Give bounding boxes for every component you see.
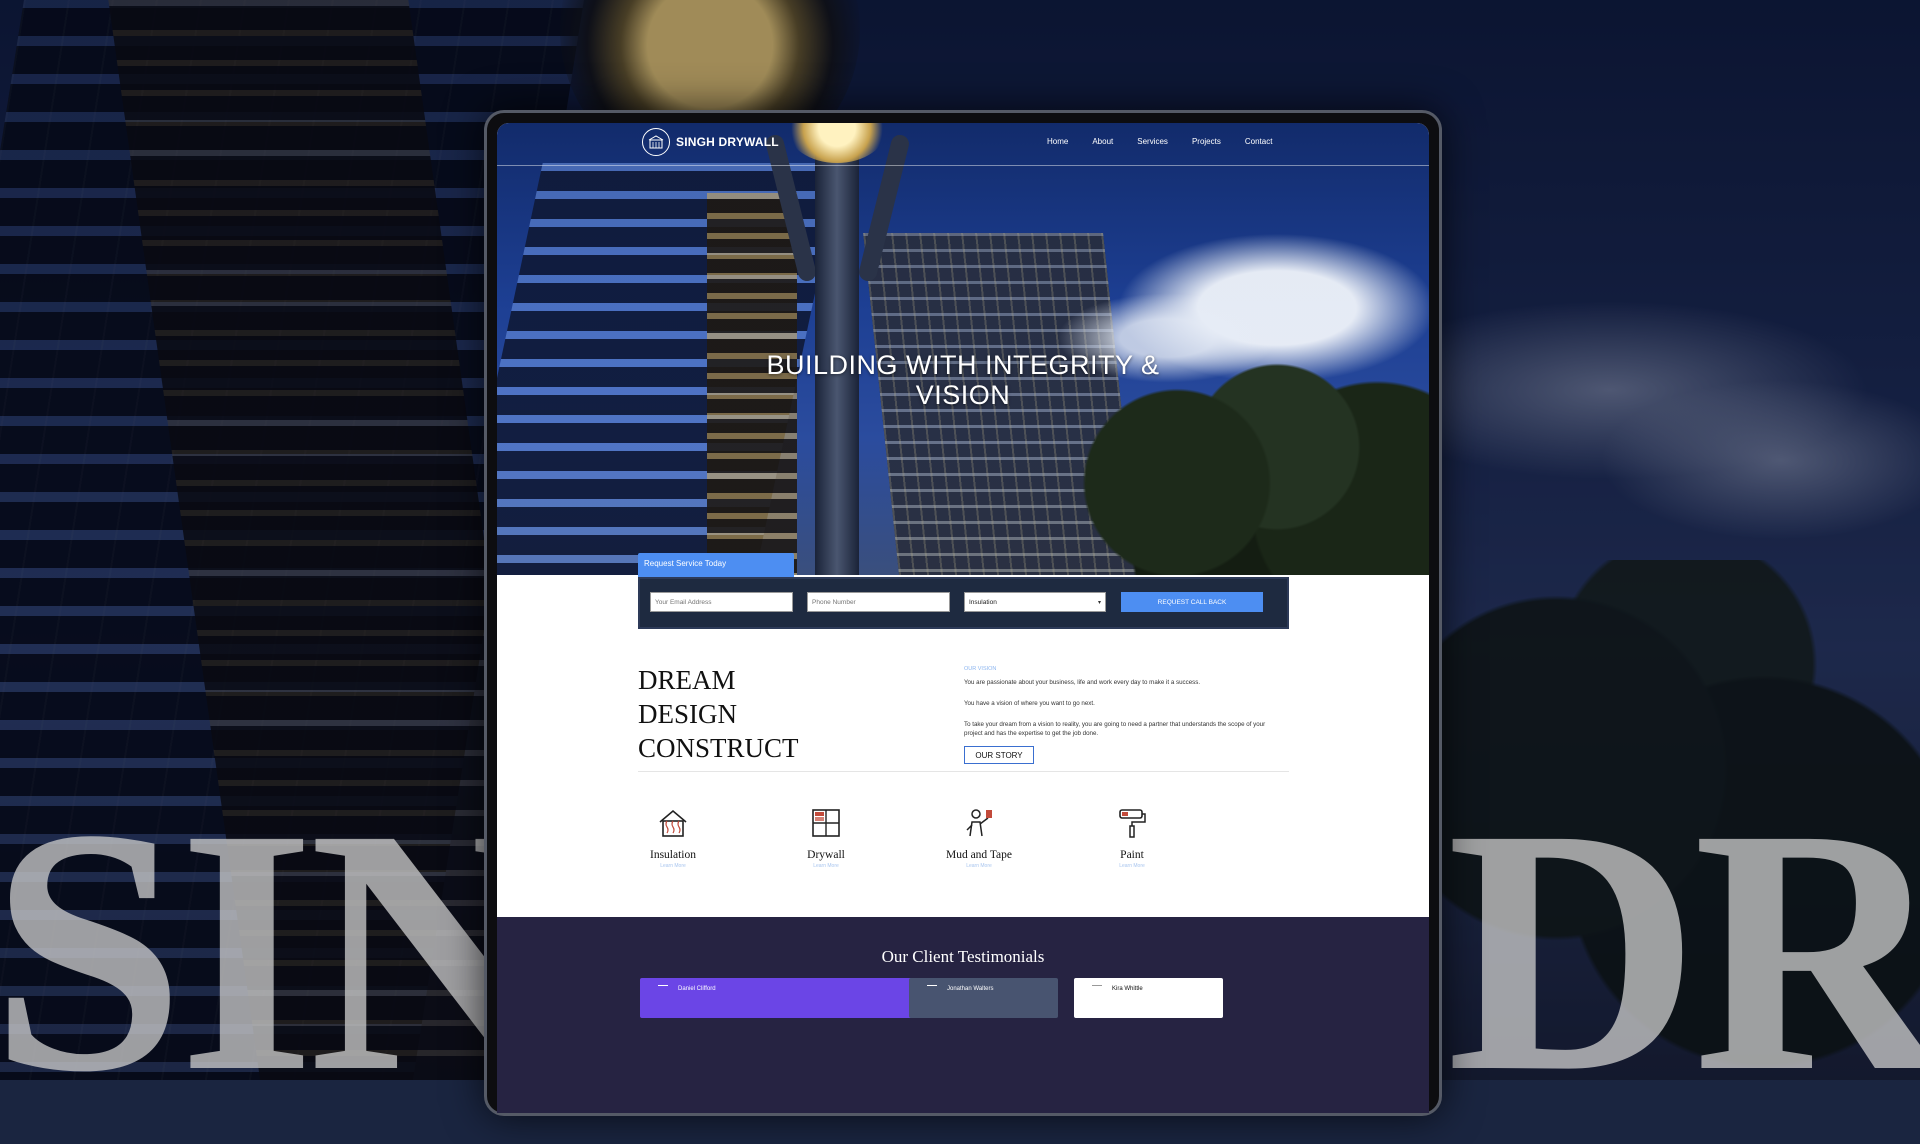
intro-paragraph: To take your dream from a vision to real… [964, 721, 1266, 737]
service-name: Paint [1120, 849, 1144, 861]
headline-line: DREAM [638, 665, 736, 695]
testimonial-author: Daniel Clifford [678, 986, 716, 992]
testimonials-section: Our Client Testimonials Daniel Clifford … [497, 917, 1429, 1113]
service-name: Mud and Tape [945, 849, 1013, 861]
learn-more-link[interactable]: Learn More [776, 863, 876, 869]
email-input[interactable] [650, 592, 793, 612]
service-name: Drywall [807, 849, 845, 861]
testimonials-title: Our Client Testimonials [881, 947, 1045, 966]
card-avatar-line [658, 985, 668, 986]
card-avatar-line [1092, 985, 1102, 986]
service-select-value: Insulation [969, 598, 997, 606]
hero-title: BUILDING WITH INTEGRITY & VISION [497, 350, 1429, 410]
request-service-form: Insulation ▾ REQUEST CALL BACK [638, 577, 1289, 629]
service-paint[interactable]: Paint Learn More [1082, 806, 1182, 869]
nav-link-projects[interactable]: Projects [1192, 137, 1221, 146]
drywall-panel-icon [812, 809, 840, 837]
hero-title-line: BUILDING WITH INTEGRITY & [766, 350, 1160, 380]
worker-tools-icon [966, 809, 992, 837]
house-insulation-icon [659, 809, 687, 837]
headline-line: CONSTRUCT [638, 733, 799, 763]
chevron-down-icon: ▾ [1097, 599, 1101, 606]
intro-text-block: OUR VISION You are passionate about your… [964, 665, 1284, 764]
section-divider [638, 771, 1289, 772]
logo-emblem-icon [642, 128, 670, 156]
testimonial-author: Jonathan Walters [947, 986, 994, 992]
nav-links: Home About Services Projects Contact [1047, 137, 1296, 146]
phone-input[interactable] [807, 592, 950, 612]
nav-link-about[interactable]: About [1092, 137, 1113, 146]
service-name: Insulation [650, 849, 696, 861]
service-insulation[interactable]: Insulation Learn More [623, 806, 723, 869]
headline-line: DESIGN [638, 699, 737, 729]
nav-link-home[interactable]: Home [1047, 137, 1068, 146]
testimonial-card[interactable]: Jonathan Walters [909, 978, 1058, 1018]
tablet-frame: SINGH DRYWALL Home About Services Projec… [484, 110, 1442, 1116]
backdrop-letters-left: SIN [0, 756, 562, 1144]
website-screen: SINGH DRYWALL Home About Services Projec… [497, 123, 1429, 1113]
hero-section: SINGH DRYWALL Home About Services Projec… [497, 123, 1429, 575]
building-emblem-icon [648, 135, 664, 149]
testimonial-card[interactable]: Daniel Clifford [640, 978, 919, 1018]
learn-more-link[interactable]: Learn More [1082, 863, 1182, 869]
paint-roller-icon [1119, 809, 1146, 838]
our-story-button[interactable]: OUR STORY [964, 746, 1034, 764]
intro-paragraph: You are passionate about your business, … [964, 679, 1201, 686]
hero-title-line: VISION [915, 380, 1011, 410]
service-drywall[interactable]: Drywall Learn More [776, 806, 876, 869]
intro-paragraph: You have a vision of where you want to g… [964, 700, 1095, 707]
intro-headline: DREAM DESIGN CONSTRUCT [638, 663, 799, 765]
request-callback-button[interactable]: REQUEST CALL BACK [1121, 592, 1263, 612]
lamp-pole [815, 123, 859, 575]
backdrop-letters-right: DR [1446, 756, 1920, 1144]
intro-overline: OUR VISION [964, 666, 997, 672]
learn-more-link[interactable]: Learn More [929, 863, 1029, 869]
nav-link-contact[interactable]: Contact [1245, 137, 1273, 146]
testimonial-author: Kira Whittle [1112, 986, 1143, 992]
request-service-tab: Request Service Today [638, 553, 794, 577]
nav-link-services[interactable]: Services [1137, 137, 1168, 146]
top-navigation: SINGH DRYWALL Home About Services Projec… [497, 123, 1429, 166]
service-mud-and-tape[interactable]: Mud and Tape Learn More [929, 806, 1029, 869]
card-avatar-line [927, 985, 937, 986]
service-select[interactable]: Insulation ▾ [964, 592, 1106, 612]
testimonial-card[interactable]: Kira Whittle [1074, 978, 1223, 1018]
site-logo[interactable]: SINGH DRYWALL [642, 128, 779, 156]
learn-more-link[interactable]: Learn More [623, 863, 723, 869]
logo-text: SINGH DRYWALL [676, 135, 779, 149]
